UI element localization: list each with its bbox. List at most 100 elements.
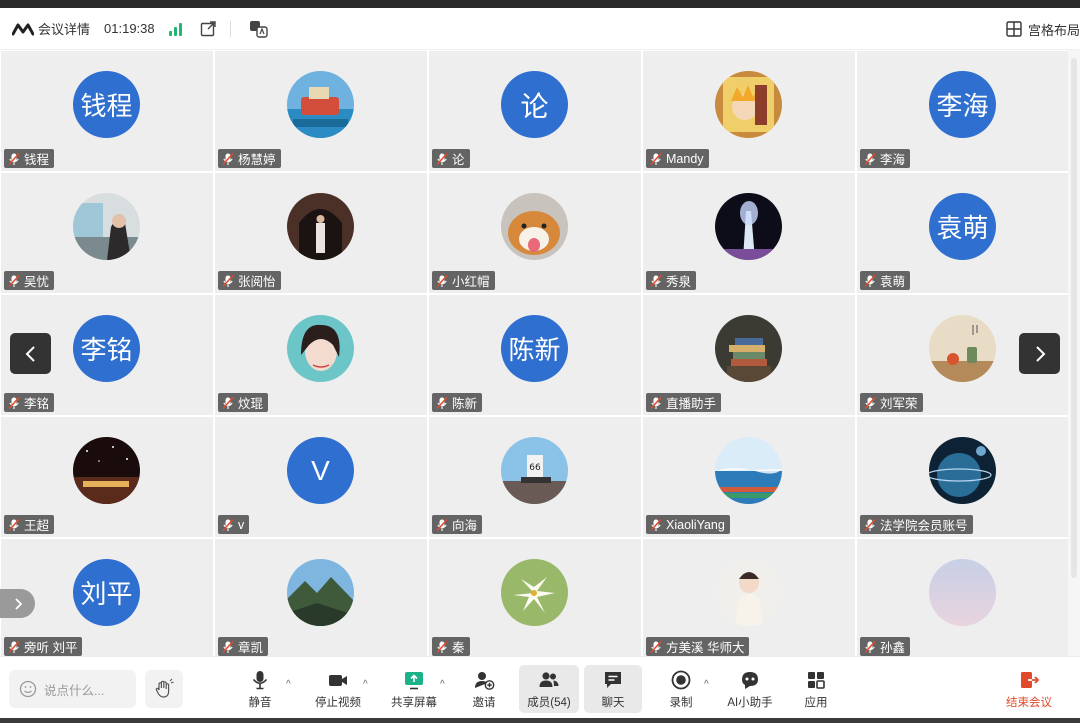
participant-nametag: 向海 (432, 515, 483, 534)
chevron-left-icon (25, 345, 35, 362)
svg-text:66: 66 (529, 463, 541, 473)
record-options-chevron-icon[interactable]: ^ (704, 679, 709, 690)
participant-avatar: 李铭 (73, 315, 140, 382)
invite-label: 邀请 (472, 696, 496, 709)
avatar-photo (715, 193, 782, 260)
record-label: 录制 (669, 696, 693, 709)
participant-tile[interactable]: 炆琨 (215, 295, 427, 415)
participant-tile[interactable]: 法学院会员账号 (857, 417, 1069, 537)
mic-muted-icon (8, 640, 20, 653)
next-page-button[interactable] (1019, 333, 1060, 374)
participant-nametag: 论 (432, 149, 470, 168)
prev-page-button[interactable] (10, 333, 51, 374)
participant-tile[interactable]: Vv (215, 417, 427, 537)
grid-scrollbar-thumb[interactable] (1071, 58, 1077, 578)
participant-tile[interactable]: 张阅怡 (215, 173, 427, 293)
apps-button[interactable]: 应用 (787, 665, 845, 713)
participant-nametag: 钱程 (4, 149, 55, 168)
participant-tile[interactable]: Mandy (643, 51, 855, 171)
share-screen-icon (405, 671, 423, 689)
participant-avatar: 刘平 (73, 559, 140, 626)
participant-nametag: 李海 (860, 149, 911, 168)
raise-hand-button[interactable] (145, 670, 183, 708)
participant-tile[interactable]: 陈新 陈新 (429, 295, 641, 415)
participant-tile[interactable]: 吴忧 (1, 173, 213, 293)
participant-nametag: 孙鑫 (860, 637, 911, 656)
video-options-chevron-icon[interactable]: ^ (363, 679, 368, 690)
participant-tile[interactable]: XiaoliYang (643, 417, 855, 537)
participant-name: 孙鑫 (880, 641, 906, 655)
participant-tile[interactable]: 孙鑫 (857, 539, 1069, 659)
participant-tile[interactable]: 王超 (1, 417, 213, 537)
side-panel-toggle[interactable] (0, 589, 35, 618)
mic-muted-icon (436, 274, 448, 287)
meeting-details-link[interactable]: 会议详情 (38, 19, 90, 38)
ai-assistant-button[interactable]: AI小助手 (722, 665, 778, 713)
end-meeting-label: 结束会议 (1006, 696, 1052, 709)
participant-nametag: 方美溪 华师大 (646, 637, 750, 656)
share-screen-button[interactable]: 共享屏幕 (385, 665, 443, 713)
participant-tile[interactable]: 小红帽 (429, 173, 641, 293)
participant-tile[interactable]: 杨慧婷 (215, 51, 427, 171)
grid-layout-button[interactable]: 宫格布局 (1006, 8, 1080, 50)
participant-tile[interactable]: 李海 李海 (857, 51, 1069, 171)
participant-tile[interactable]: 章凯 (215, 539, 427, 659)
mute-button[interactable]: 静音 (231, 665, 289, 713)
header-divider (229, 20, 231, 37)
participant-tile[interactable]: 秀泉 (643, 173, 855, 293)
end-meeting-button[interactable]: 结束会议 (994, 665, 1064, 713)
participant-avatar (715, 437, 782, 504)
members-button[interactable]: 成员(54) (519, 665, 579, 713)
participant-tile[interactable]: 袁萌 袁萌 (857, 173, 1069, 293)
record-button[interactable]: 录制 (652, 665, 710, 713)
participant-nametag: 吴忧 (4, 271, 55, 290)
avatar-initials: 李海 (936, 91, 989, 121)
quick-chat-placeholder: 说点什么... (44, 683, 105, 698)
emoji-icon[interactable] (19, 680, 37, 698)
chat-button[interactable]: 聊天 (584, 665, 642, 713)
stop-video-button[interactable]: 停止视频 (309, 665, 367, 713)
participant-name: v (238, 517, 245, 532)
participant-name: 陈新 (452, 397, 478, 411)
participant-tile[interactable]: 66 向海 (429, 417, 641, 537)
participant-name: 张阅怡 (238, 275, 276, 289)
participant-avatar (715, 315, 782, 382)
popout-window-icon[interactable] (200, 20, 216, 37)
participant-name: 吴忧 (24, 275, 50, 289)
participant-tile[interactable]: 论论 (429, 51, 641, 171)
mic-muted-icon (436, 152, 448, 165)
participant-tile[interactable]: 方美溪 华师大 (643, 539, 855, 659)
participant-tile[interactable]: 直播助手 (643, 295, 855, 415)
participant-nametag: 法学院会员账号 (860, 515, 973, 534)
audio-options-chevron-icon[interactable]: ^ (286, 679, 291, 690)
avatar-photo (73, 193, 140, 260)
avatar-photo (287, 193, 354, 260)
invite-button[interactable]: 邀请 (455, 665, 513, 713)
participant-name: 袁萌 (880, 275, 906, 289)
participant-tile[interactable]: 秦 (429, 539, 641, 659)
participant-name: 秦 (452, 641, 465, 655)
participant-avatar (501, 559, 568, 626)
participant-name: XiaoliYang (666, 517, 725, 532)
apps-grid-icon (808, 671, 825, 689)
participant-name: 小红帽 (452, 275, 490, 289)
translate-subtitle-icon[interactable] (249, 20, 269, 38)
participant-avatar: 袁萌 (929, 193, 996, 260)
share-options-chevron-icon[interactable]: ^ (440, 679, 445, 690)
exit-meeting-icon (1021, 671, 1040, 688)
participant-nametag: 王超 (4, 515, 55, 534)
participant-nametag: 章凯 (218, 637, 269, 656)
quick-chat-input[interactable]: 说点什么... (9, 670, 136, 708)
participant-nametag: 直播助手 (646, 393, 722, 412)
mic-muted-icon (222, 152, 234, 165)
participant-name: 法学院会员账号 (880, 519, 968, 533)
participant-avatar (715, 71, 782, 138)
participant-avatar (287, 315, 354, 382)
mic-muted-icon (650, 518, 662, 531)
participant-name: 旁听 刘平 (24, 641, 78, 655)
participant-nametag: 刘军荣 (860, 393, 923, 412)
participant-avatar: 陈新 (501, 315, 568, 382)
mic-muted-icon (222, 274, 234, 287)
window-bottom-strip (0, 718, 1080, 723)
participant-tile[interactable]: 钱程 钱程 (1, 51, 213, 171)
